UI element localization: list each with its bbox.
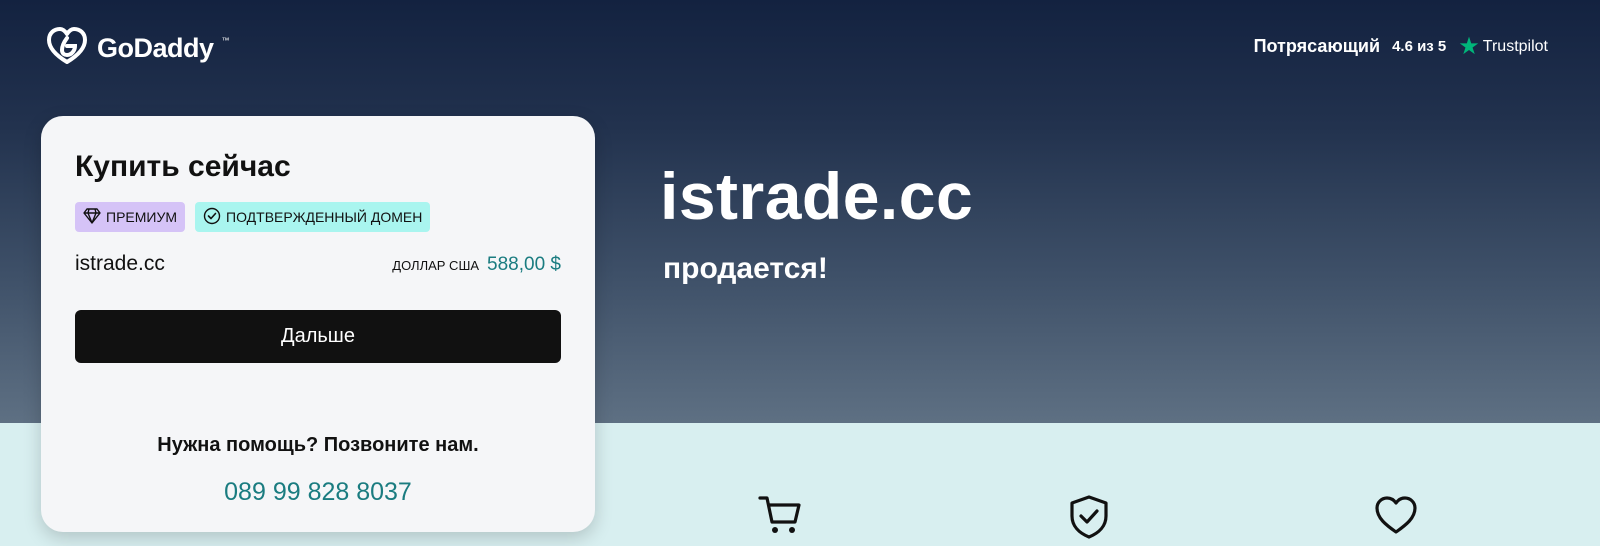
card-domain-name: istrade.cc <box>75 252 165 275</box>
domain-price: 588,00 $ <box>487 254 561 275</box>
verified-domain-badge: ПОДТВЕРЖДЕННЫЙ ДОМЕН <box>195 202 431 232</box>
buy-now-card: Купить сейчас ПРЕМИУМ ПОДТВЕРЖДЕННЫЙ ДОМ… <box>41 116 595 532</box>
next-button[interactable]: Дальше <box>75 310 561 363</box>
logo-text: GoDaddy <box>97 33 214 63</box>
logo-trademark: ™ <box>221 36 230 45</box>
phone-link[interactable]: 089 99 828 8037 <box>41 478 595 507</box>
hero-subtitle: продается! <box>663 252 828 285</box>
heart-icon <box>1373 494 1419 541</box>
premium-badge: ПРЕМИУМ <box>75 202 186 232</box>
check-circle-icon <box>203 207 221 228</box>
hero-domain-title: istrade.cc <box>660 159 974 233</box>
cart-icon <box>757 494 803 541</box>
trust-score: 4.6 из 5 <box>1392 38 1447 55</box>
trust-rating-word: Потрясающий <box>1253 36 1381 56</box>
shield-check-icon <box>1068 494 1110 545</box>
badge-row: ПРЕМИУМ ПОДТВЕРЖДЕННЫЙ ДОМЕН <box>75 202 431 232</box>
verified-badge-label: ПОДТВЕРЖДЕННЫЙ ДОМЕН <box>226 209 423 225</box>
domain-price-row: istrade.cc ДОЛЛАР США 588,00 $ <box>75 252 561 276</box>
trustpilot-rating[interactable]: Потрясающий 4.6 из 5 ★ Trustpilot <box>1253 32 1548 60</box>
godaddy-logo[interactable]: GoDaddy ™ <box>45 26 230 71</box>
trustpilot-brand: Trustpilot <box>1482 37 1548 55</box>
help-text: Нужна помощь? Позвоните нам. <box>157 434 479 456</box>
card-title: Купить сейчас <box>75 150 291 183</box>
godaddy-heart-icon <box>45 26 89 71</box>
premium-badge-label: ПРЕМИУМ <box>106 209 178 225</box>
trustpilot-star-icon: ★ <box>1458 32 1480 60</box>
diamond-icon <box>83 207 101 227</box>
currency-label: ДОЛЛАР США <box>392 258 480 273</box>
